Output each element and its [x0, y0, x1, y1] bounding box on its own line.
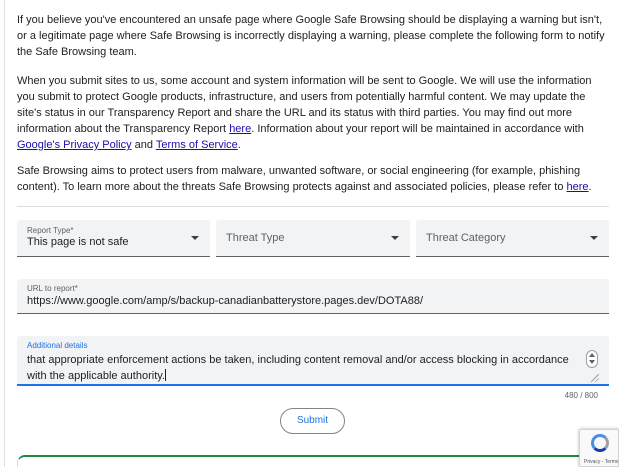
additional-details-text: that appropriate enforcement actions be … [27, 354, 569, 382]
scroll-spinner[interactable] [586, 350, 598, 368]
arrow-down-icon[interactable] [589, 360, 595, 364]
privacy-paragraph: When you submit sites to us, some accoun… [17, 73, 609, 153]
threat-type-select[interactable]: Threat Type [216, 220, 410, 257]
report-type-value: This page is not safe [27, 236, 129, 248]
terms-of-service-link[interactable]: Terms of Service [156, 139, 238, 151]
url-label: URL to report* [27, 284, 78, 293]
privacy-text-c: and [131, 139, 156, 151]
privacy-text-d: . [237, 139, 241, 151]
threat-category-placeholder: Threat Category [426, 232, 506, 244]
resize-handle-icon[interactable] [591, 374, 599, 382]
chevron-down-icon [391, 236, 399, 240]
chevron-down-icon [590, 236, 598, 240]
additional-details-value: that appropriate enforcement actions be … [27, 352, 579, 384]
recaptcha-logo-icon [591, 434, 609, 452]
threat-category-select[interactable]: Threat Category [416, 220, 609, 257]
privacy-text-b: . Information about your report will be … [251, 123, 584, 135]
report-type-label: Report Type* [27, 226, 74, 235]
url-value: https://www.google.com/amp/s/backup-cana… [27, 295, 424, 307]
recaptcha-links[interactable]: Privacy - Terms [584, 459, 618, 465]
submit-button[interactable]: Submit [280, 408, 345, 434]
threats-paragraph: Safe Browsing aims to protect users from… [17, 163, 609, 195]
threat-type-placeholder: Threat Type [226, 232, 285, 244]
transparency-report-link[interactable]: here [229, 123, 251, 135]
privacy-policy-link[interactable]: Google's Privacy Policy [17, 139, 132, 151]
text-cursor [165, 369, 166, 381]
additional-details-label: Additional details [27, 341, 88, 350]
recaptcha-badge[interactable]: Privacy - Terms [579, 429, 619, 467]
url-input[interactable]: URL to report* https://www.google.com/am… [17, 279, 609, 314]
page-left-border [4, 0, 5, 467]
threats-text-end: . [588, 181, 592, 193]
section-divider [17, 206, 609, 207]
chevron-down-icon [191, 236, 199, 240]
additional-details-textarea[interactable]: Additional details that appropriate enfo… [17, 336, 609, 386]
report-type-select[interactable]: Report Type* This page is not safe [17, 220, 210, 257]
threats-text: Safe Browsing aims to protect users from… [17, 165, 581, 193]
status-card [17, 455, 609, 467]
intro-paragraph: If you believe you've encountered an uns… [17, 14, 605, 58]
character-counter: 480 / 800 [564, 391, 598, 400]
arrow-up-icon[interactable] [589, 353, 595, 357]
threats-policy-link[interactable]: here [567, 181, 589, 193]
